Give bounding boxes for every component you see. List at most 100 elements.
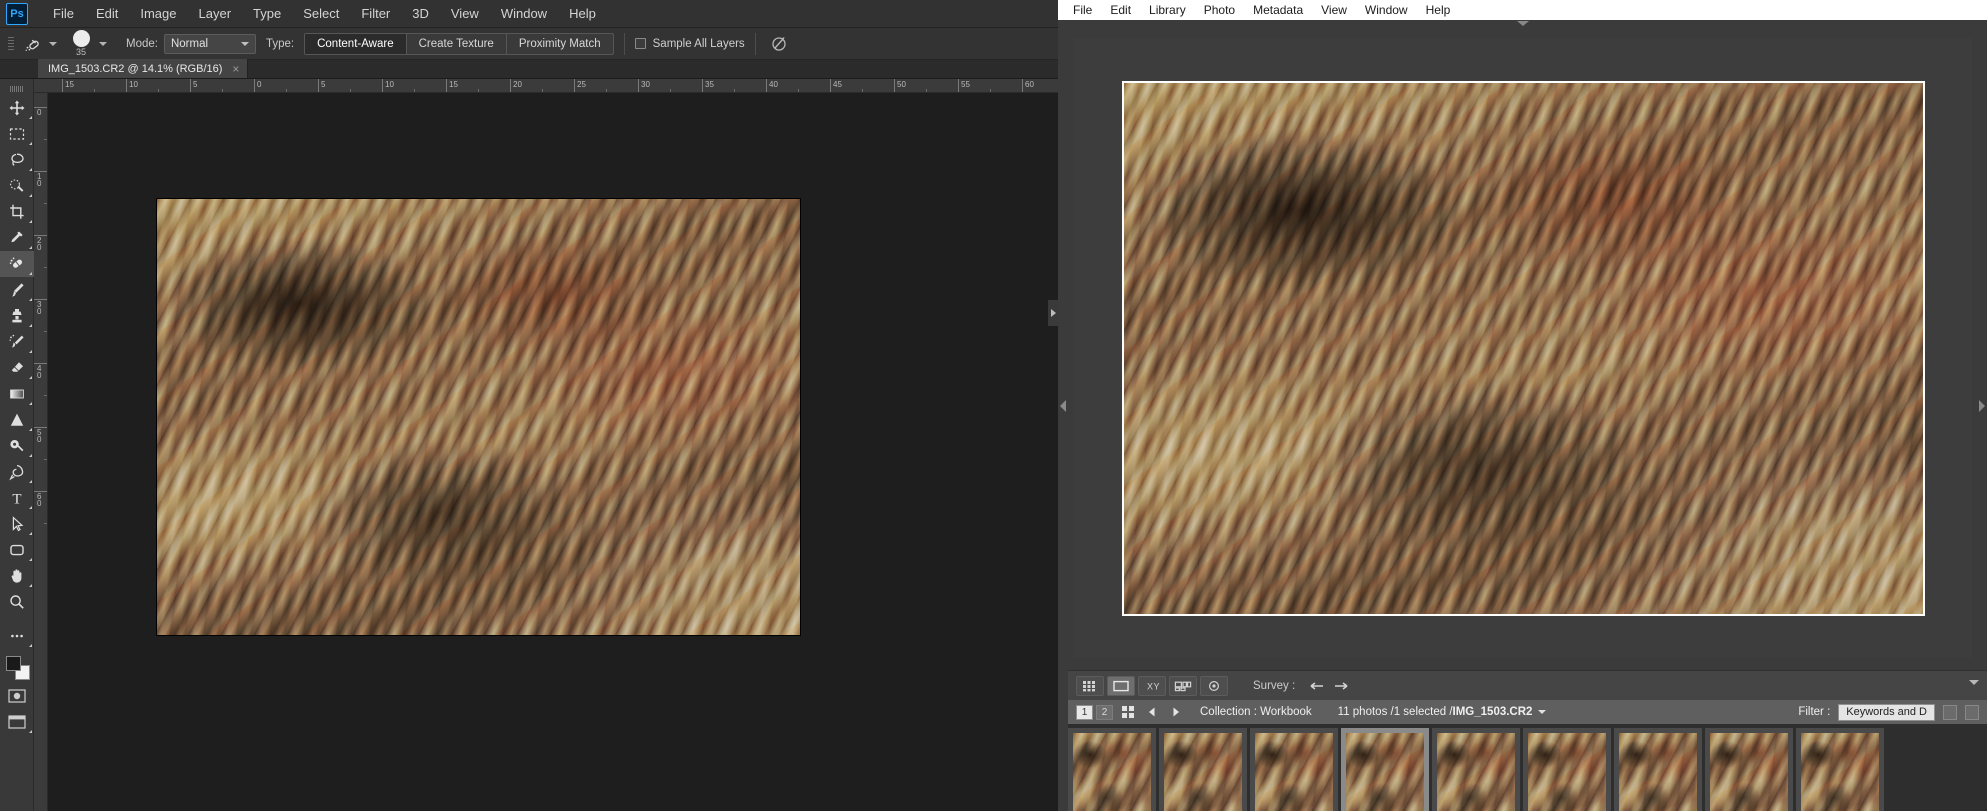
filter-select[interactable]: Keywords and D: [1838, 704, 1935, 721]
color-swatches[interactable]: [0, 653, 34, 683]
left-panel-handle[interactable]: [1060, 400, 1066, 412]
edit-toolbar-button[interactable]: [0, 623, 34, 649]
sample-all-layers-checkbox[interactable]: [635, 38, 646, 49]
filmstrip-thumb[interactable]: [1796, 728, 1884, 811]
pen-tool[interactable]: [0, 459, 34, 485]
foreground-color-swatch[interactable]: [6, 656, 21, 671]
expand-panels-button[interactable]: [1048, 300, 1058, 326]
vertical-ruler[interactable]: 0 1 0 2 0 3 0 4 0 5 0 6 0: [34, 93, 48, 811]
lr-menu-library[interactable]: Library: [1140, 1, 1195, 19]
menu-layer[interactable]: Layer: [188, 2, 243, 25]
screen-mode-button[interactable]: [0, 709, 34, 735]
close-icon[interactable]: ×: [232, 62, 239, 76]
filmstrip-thumb[interactable]: [1159, 728, 1247, 811]
menu-select[interactable]: Select: [292, 2, 350, 25]
filmstrip-thumb[interactable]: [1523, 728, 1611, 811]
filmstrip-thumb[interactable]: [1705, 728, 1793, 811]
page-2-button[interactable]: 2: [1096, 705, 1113, 720]
filter-label: Filter :: [1798, 706, 1830, 718]
gradient-tool[interactable]: [0, 381, 34, 407]
menu-file[interactable]: File: [42, 2, 85, 25]
selected-filename[interactable]: IMG_1503.CR2: [1453, 706, 1533, 718]
menu-help[interactable]: Help: [558, 2, 607, 25]
forward-arrow-icon[interactable]: [1166, 704, 1186, 721]
lr-menu-help[interactable]: Help: [1417, 1, 1460, 19]
tablet-pressure-icon[interactable]: [766, 32, 792, 56]
lasso-tool[interactable]: [0, 147, 34, 173]
lr-menu-view[interactable]: View: [1312, 1, 1356, 19]
collection-label[interactable]: Collection : Workbook: [1200, 706, 1312, 718]
move-tool[interactable]: [0, 95, 34, 121]
options-bar-grip[interactable]: [6, 33, 16, 55]
menu-edit[interactable]: Edit: [85, 2, 129, 25]
rectangle-shape-tool[interactable]: [0, 537, 34, 563]
loupe-photo[interactable]: [1124, 83, 1923, 614]
menu-3d[interactable]: 3D: [401, 2, 440, 25]
filmstrip-thumb[interactable]: [1250, 728, 1338, 811]
photoshop-canvas[interactable]: [48, 93, 1058, 811]
grid-small-icon[interactable]: [1118, 704, 1138, 721]
quick-selection-tool[interactable]: [0, 173, 34, 199]
type-proximity-match-button[interactable]: Proximity Match: [507, 34, 613, 54]
arrow-right-icon[interactable]: [1329, 677, 1351, 695]
horizontal-ruler[interactable]: 15 10 5 0 5 10 15 20 25 30 35 40 45: [34, 79, 1058, 93]
filter-lock-icon[interactable]: [1965, 705, 1979, 720]
lr-menu-metadata[interactable]: Metadata: [1244, 1, 1312, 19]
brush-tool[interactable]: [0, 277, 34, 303]
lr-menu-edit[interactable]: Edit: [1101, 1, 1140, 19]
back-arrow-icon[interactable]: [1142, 704, 1162, 721]
grid-view-button[interactable]: [1076, 676, 1104, 696]
type-content-aware-button[interactable]: Content-Aware: [305, 34, 407, 54]
filmstrip-thumb[interactable]: [1068, 728, 1156, 811]
sample-all-layers-row[interactable]: Sample All Layers: [635, 38, 745, 50]
tools-panel-grip[interactable]: [0, 83, 33, 95]
survey-view-button[interactable]: [1169, 676, 1197, 696]
loupe-view-area[interactable]: [1074, 38, 1972, 658]
lr-menu-file[interactable]: File: [1064, 1, 1101, 19]
crop-tool[interactable]: [0, 199, 34, 225]
history-brush-tool[interactable]: [0, 329, 34, 355]
top-panel-handle[interactable]: [1517, 21, 1529, 26]
chevron-down-icon[interactable]: [1969, 680, 1979, 685]
dodge-tool[interactable]: [0, 433, 34, 459]
filter-swatch-icon[interactable]: [1943, 705, 1957, 720]
menu-image[interactable]: Image: [129, 2, 187, 25]
lr-menu-photo[interactable]: Photo: [1195, 1, 1244, 19]
path-selection-tool[interactable]: [0, 511, 34, 537]
eyedropper-tool[interactable]: [0, 225, 34, 251]
menu-type[interactable]: Type: [242, 2, 292, 25]
filmstrip-thumb[interactable]: [1432, 728, 1520, 811]
blur-tool[interactable]: [0, 407, 34, 433]
brush-settings-chevron-icon[interactable]: [99, 42, 107, 46]
options-divider-2: [755, 33, 756, 55]
canvas-image[interactable]: [157, 199, 800, 635]
blend-mode-select[interactable]: Normal: [164, 34, 256, 54]
people-view-button[interactable]: [1200, 676, 1228, 696]
spot-healing-brush-tool[interactable]: [0, 251, 34, 277]
page-1-button[interactable]: 1: [1076, 705, 1093, 720]
spot-healing-brush-icon[interactable]: [20, 32, 46, 56]
filmstrip[interactable]: [1068, 724, 1987, 811]
arrow-left-icon[interactable]: [1307, 677, 1329, 695]
eraser-tool[interactable]: [0, 355, 34, 381]
type-tool[interactable]: T: [0, 485, 34, 511]
type-create-texture-button[interactable]: Create Texture: [407, 34, 507, 54]
menu-window[interactable]: Window: [490, 2, 558, 25]
loupe-view-button[interactable]: [1107, 676, 1135, 696]
menu-view[interactable]: View: [440, 2, 490, 25]
brush-size-preview[interactable]: 35: [66, 30, 96, 57]
chevron-down-icon[interactable]: [1538, 710, 1546, 714]
zoom-tool[interactable]: [0, 589, 34, 615]
filmstrip-thumb[interactable]: [1614, 728, 1702, 811]
hand-tool[interactable]: [0, 563, 34, 589]
rectangular-marquee-tool[interactable]: [0, 121, 34, 147]
quick-mask-button[interactable]: [0, 683, 34, 709]
tool-preset-chevron-icon[interactable]: [49, 42, 57, 46]
clone-stamp-tool[interactable]: [0, 303, 34, 329]
menu-filter[interactable]: Filter: [350, 2, 401, 25]
document-tab[interactable]: IMG_1503.CR2 @ 14.1% (RGB/16) ×: [38, 59, 248, 78]
filmstrip-thumb-selected[interactable]: [1341, 728, 1429, 811]
lr-menu-window[interactable]: Window: [1356, 1, 1417, 19]
right-panel-handle[interactable]: [1979, 400, 1985, 412]
compare-view-button[interactable]: XY: [1138, 676, 1166, 696]
